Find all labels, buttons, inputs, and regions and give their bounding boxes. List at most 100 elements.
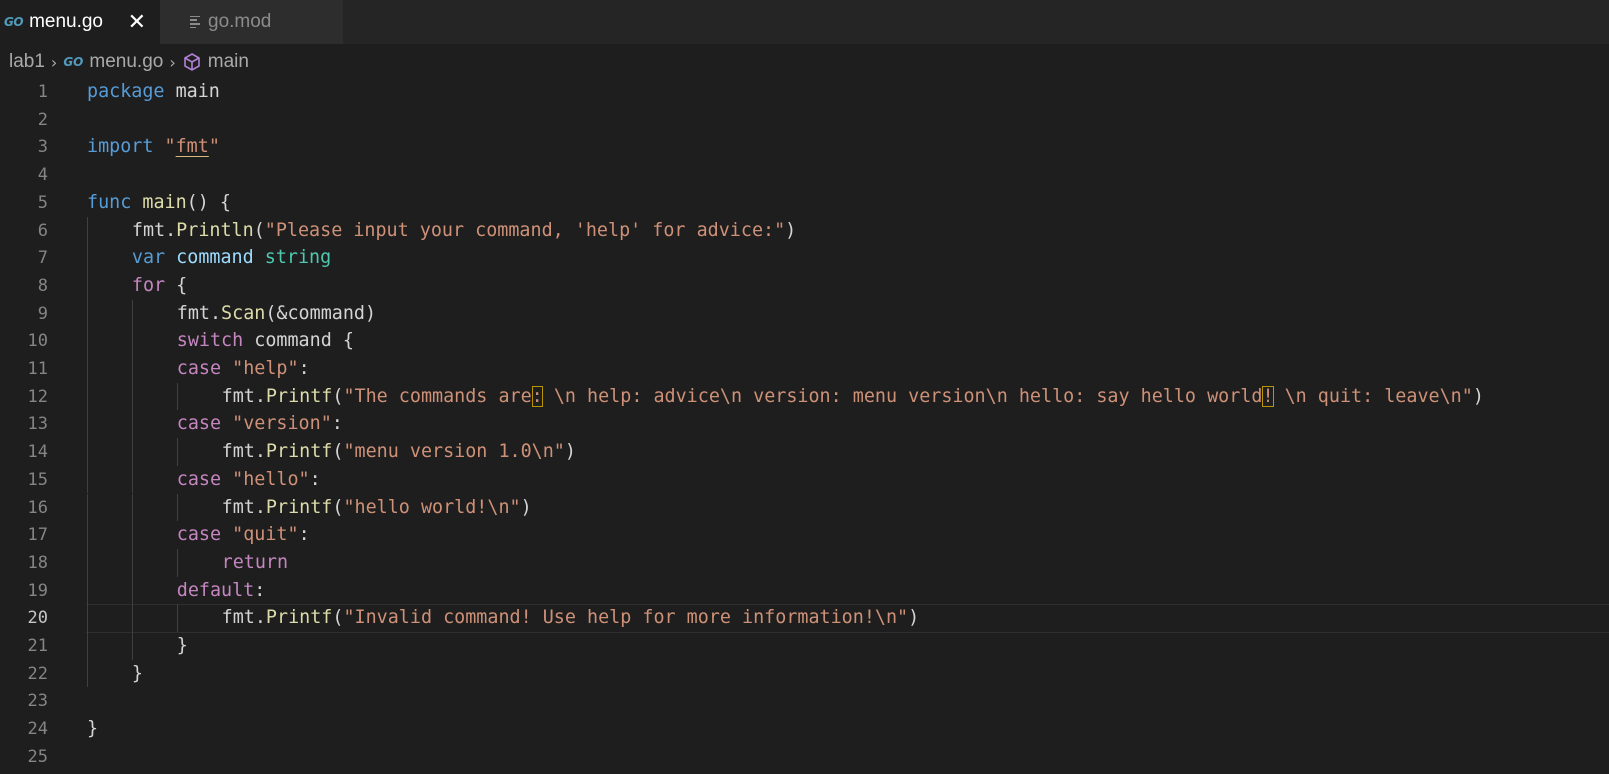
- code-line[interactable]: 7 var command string: [0, 244, 1609, 273]
- indent-guide: [87, 438, 88, 466]
- code-token: ): [520, 496, 532, 518]
- code-text: var command string: [132, 244, 331, 273]
- indent-guide: [131, 548, 133, 577]
- code-line[interactable]: 9 fmt.Scan(&command): [0, 299, 1609, 329]
- code-line[interactable]: 11 case "help":: [0, 355, 1609, 384]
- indent-guide: [87, 382, 88, 411]
- code-token: Printf: [265, 441, 333, 463]
- code-text: for {: [132, 272, 187, 301]
- code-token: (: [253, 219, 265, 241]
- code-line[interactable]: 24}: [0, 715, 1609, 744]
- indent-guide: [131, 327, 133, 355]
- code-token: command {: [243, 330, 354, 352]
- indent-guide: [131, 632, 133, 660]
- indent-guide: [131, 521, 133, 549]
- code-line[interactable]: 22}: [0, 659, 1609, 689]
- code-line[interactable]: 2: [0, 106, 1609, 135]
- code-line[interactable]: 25: [0, 743, 1609, 772]
- indent-guide: [87, 299, 88, 328]
- chevron-right-icon: ›: [169, 52, 176, 72]
- code-token: case: [176, 413, 222, 435]
- code-token: ): [1472, 385, 1484, 407]
- tab-label: menu.go: [29, 11, 104, 32]
- code-token: main: [164, 81, 220, 102]
- code-token: "Please input your command, 'help' for a…: [264, 219, 786, 241]
- code-line[interactable]: 14 fmt.Printf("menu version 1.0\n"): [0, 438, 1609, 467]
- code-token: Println: [176, 219, 254, 241]
- indent-guide: [131, 299, 133, 328]
- code-text: fmt.Printf("Invalid command! Use help fo…: [222, 604, 920, 633]
- code-line[interactable]: 18 return: [0, 548, 1609, 578]
- line-number: 11: [27, 359, 48, 379]
- code-text: import "fmt": [87, 133, 220, 162]
- code-token: "menu version 1.0\n": [343, 441, 565, 463]
- code-line[interactable]: 21}: [0, 632, 1609, 661]
- line-number: 3: [37, 137, 48, 158]
- code-line[interactable]: 19 default:: [0, 576, 1609, 606]
- code-line[interactable]: 10 switch command {: [0, 327, 1609, 356]
- code-token: ": [164, 136, 176, 158]
- line-number: 22: [27, 663, 48, 684]
- file-lines-icon: [190, 14, 200, 30]
- go-file-icon: GO: [63, 55, 84, 69]
- code-text: fmt.Println("Please input your command, …: [132, 217, 796, 246]
- code-line[interactable]: 13 case "version":: [0, 410, 1609, 439]
- code-token: :: [298, 524, 310, 546]
- indent-guide: [87, 216, 88, 245]
- breadcrumb-file[interactable]: GO menu.go: [63, 51, 163, 73]
- code-editor[interactable]: 1 package main 2 3 import "fmt" 4 5 func main()…: [0, 78, 1609, 774]
- code-line[interactable]: 23: [0, 687, 1609, 716]
- code-line[interactable]: 8 for {: [0, 271, 1609, 301]
- indent-guide: [131, 493, 133, 522]
- code-line[interactable]: 6 fmt.Println("Please input your command,…: [0, 216, 1609, 246]
- code-text: fmt.Scan(&command): [177, 300, 376, 329]
- line-number: 6: [37, 220, 48, 241]
- code-line[interactable]: 20 fmt.Printf("Invalid command! Use help …: [0, 604, 1609, 633]
- code-token: fmt.: [221, 385, 266, 407]
- line-number: 12: [27, 386, 48, 407]
- code-token: fmt.: [221, 441, 266, 463]
- tab-menu-go[interactable]: GO menu.go ✕: [0, 0, 160, 44]
- code-token: !: [1262, 385, 1274, 407]
- indent-guide: [176, 382, 178, 411]
- code-token: default: [176, 579, 255, 601]
- code-token: (&command): [265, 302, 377, 324]
- line-number: 5: [37, 192, 48, 213]
- line-number: 24: [27, 719, 48, 740]
- close-icon[interactable]: ✕: [128, 9, 146, 35]
- code-token: ): [564, 441, 576, 463]
- code-token: }: [131, 662, 143, 684]
- code-token: ": [208, 136, 220, 158]
- breadcrumb-symbol-label: main: [207, 51, 249, 72]
- line-number: 10: [27, 331, 48, 352]
- indent-guide: [87, 659, 88, 688]
- breadcrumb-folder[interactable]: lab1: [9, 51, 45, 73]
- code-text: fmt.Printf("The commands are: \n help: a…: [222, 383, 1484, 412]
- line-number: 2: [37, 109, 48, 130]
- code-line[interactable]: 3 import "fmt": [0, 133, 1609, 162]
- indent-guide: [131, 410, 133, 439]
- code-token: main: [142, 191, 187, 213]
- code-token: Printf: [265, 607, 333, 629]
- line-number: 18: [27, 552, 48, 573]
- breadcrumb-symbol[interactable]: main: [182, 51, 249, 73]
- breadcrumb-file-label: menu.go: [89, 51, 164, 72]
- code-line[interactable]: 12 fmt.Printf("The commands are: \n help:…: [0, 382, 1609, 412]
- line-number: 8: [37, 275, 48, 296]
- code-token: fmt.: [176, 302, 222, 324]
- code-line[interactable]: 4: [0, 161, 1609, 190]
- line-number: 15: [27, 469, 48, 490]
- code-token: case: [176, 524, 222, 546]
- code-line[interactable]: 5 func main() {: [0, 189, 1609, 218]
- code-line[interactable]: 16 fmt.Printf("hello world!\n"): [0, 493, 1609, 523]
- tab-go-mod[interactable]: go.mod: [160, 0, 343, 44]
- code-token: :: [298, 358, 310, 379]
- code-token: ): [908, 607, 920, 629]
- line-number: 4: [37, 165, 48, 186]
- code-line[interactable]: 1 package main: [0, 78, 1609, 107]
- indent-guide: [131, 438, 133, 466]
- code-line[interactable]: 17 case "quit":: [0, 521, 1609, 550]
- code-line[interactable]: 15 case "hello":: [0, 465, 1609, 495]
- code-token: return: [221, 551, 289, 573]
